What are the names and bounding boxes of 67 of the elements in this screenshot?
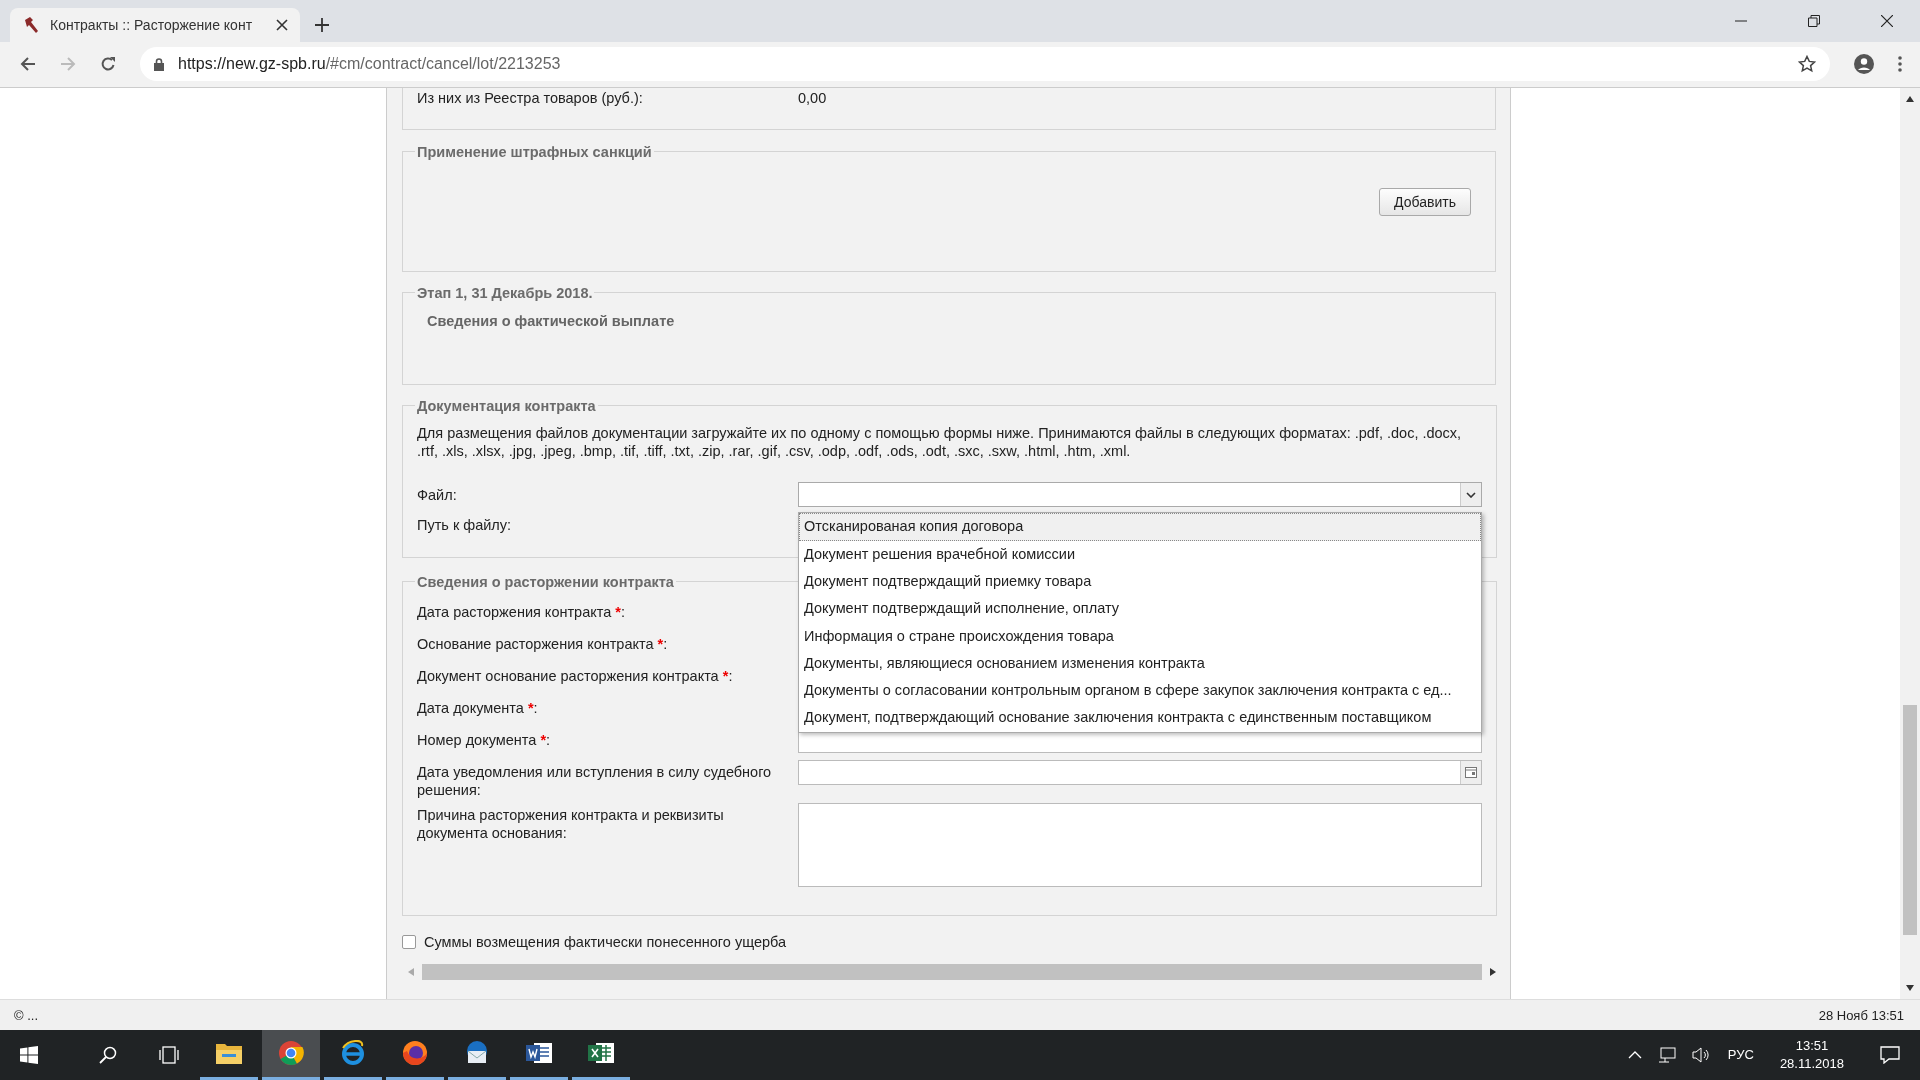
section-title: Сведения о расторжении контракта <box>416 573 675 590</box>
reload-icon[interactable] <box>100 56 116 73</box>
folder-icon <box>216 1042 242 1065</box>
up-arrow-icon[interactable] <box>1906 95 1914 102</box>
document-app-icon <box>526 1041 552 1066</box>
close-icon[interactable] <box>1881 14 1893 27</box>
date-field[interactable] <box>798 759 1482 785</box>
dropdown-option[interactable]: Документ подтверждащий исполнение, оплату <box>799 595 1481 623</box>
checkbox[interactable] <box>402 934 416 949</box>
field-label: Причина расторжения контракта и реквизиты документа основания: <box>417 805 725 842</box>
description-text: Для размещения файлов документации загружайте их по одному с помощью формы ниже. Принимаются файлы в следующих форматах: .pdf, .doc, .docx, .rtf, .xls, .xlsx, .jpg, .jpeg, .bmp, .tif, .tiff, .txt, .zip, .rar, .gif, .csv, .odp, .odf, .ods, .odt, .sxc, .sxw, .html, .htm, .xml. <box>417 423 1462 460</box>
restore-icon[interactable] <box>1808 14 1820 27</box>
down-arrow-icon[interactable] <box>1906 985 1914 991</box>
section-title: Документация контракта <box>416 397 597 414</box>
task-view-icon[interactable] <box>159 1046 179 1064</box>
add-button[interactable]: Добавить <box>1379 187 1471 216</box>
dropdown-option[interactable]: Отсканированая копия договора <box>799 513 1481 541</box>
star-icon[interactable] <box>1798 55 1816 74</box>
tab-title: Контракты :: Расторжение конт <box>50 16 254 33</box>
checkbox-label: Суммы возмещения фактически понесенного ущерба <box>424 933 787 950</box>
vertical-scrollbar[interactable] <box>1900 87 1920 999</box>
dropdown-option[interactable]: Документы о согласовании контрольным органом в сфере закупок заключения контракта с ед... <box>799 677 1481 705</box>
dropdown-option[interactable]: Документ подтверждащий приемку товара <box>799 568 1481 596</box>
section-title: Этап 1, 31 Декабрь 2018. <box>416 284 594 301</box>
field-label: Путь к файлу: <box>417 516 513 533</box>
clock-date[interactable]: 28.11.2018 <box>1779 1055 1844 1073</box>
back-arrow-icon[interactable] <box>20 56 36 73</box>
volume-icon[interactable] <box>1691 1047 1710 1063</box>
dropdown-option[interactable]: Документ, подтверждающий основание заключения контракта с единственным поставщиком <box>799 704 1481 732</box>
field-label: Файл: <box>417 486 458 503</box>
notification-icon[interactable] <box>1880 1046 1900 1064</box>
browser-tab[interactable]: Контракты :: Расторжение конт <box>10 7 300 42</box>
language-indicator[interactable]: РУС <box>1727 1047 1754 1063</box>
account-icon[interactable] <box>1854 54 1874 75</box>
field-label: Дата документа *: <box>417 698 539 717</box>
section-title: Применение штрафных санкций <box>416 143 653 160</box>
subsection-title: Сведения о фактической выплате <box>427 312 676 329</box>
horizontal-scrollbar[interactable] <box>408 963 1496 980</box>
dropdown-option[interactable]: Документы, являющиеся основанием изменения контракта <box>799 649 1481 678</box>
menu-icon[interactable] <box>1898 56 1902 73</box>
windows-logo-icon[interactable] <box>20 1046 38 1064</box>
network-icon[interactable] <box>1657 1047 1676 1063</box>
spreadsheet-app-icon <box>588 1041 614 1066</box>
plus-icon[interactable] <box>314 16 330 33</box>
status-datetime: 28 Нояб 13:51 <box>1818 1007 1904 1023</box>
field-label: Дата расторжения контракта *: <box>417 602 626 621</box>
field-value: 0,00 <box>798 89 827 106</box>
chevron-up-icon[interactable] <box>1627 1051 1642 1059</box>
status-text: © ... <box>14 1007 39 1023</box>
e-logo-icon <box>340 1040 366 1067</box>
field-label: Номер документа *: <box>417 730 552 749</box>
address-field[interactable]: https://new.gz-spb.ru/#cm/contract/cancel/lot/2213253 <box>140 47 1830 82</box>
chevron-down-icon <box>1466 491 1476 498</box>
right-arrow-icon[interactable] <box>1490 967 1496 976</box>
dropdown-option[interactable]: Документ решения врачебной комиссии <box>799 540 1481 568</box>
clock-time[interactable]: 13:51 <box>1795 1037 1829 1055</box>
scrollbar-thumb[interactable] <box>1903 705 1917 935</box>
field-label: Документ основание расторжения контракта *: <box>417 666 734 685</box>
calendar-icon[interactable] <box>1465 766 1477 778</box>
search-icon[interactable] <box>99 1046 117 1064</box>
close-icon[interactable] <box>276 18 288 31</box>
browser-logo-icon <box>278 1040 304 1067</box>
lock-icon <box>154 57 164 71</box>
dropdown-option[interactable]: Информация о стране происхождения товара <box>799 622 1481 650</box>
field-label: Из них из Реестра товаров (руб.): <box>417 89 644 106</box>
field-label: Основание расторжения контракта *: <box>417 634 669 653</box>
field-label: Дата уведомления или вступления в силу судебного решения: <box>417 762 773 799</box>
